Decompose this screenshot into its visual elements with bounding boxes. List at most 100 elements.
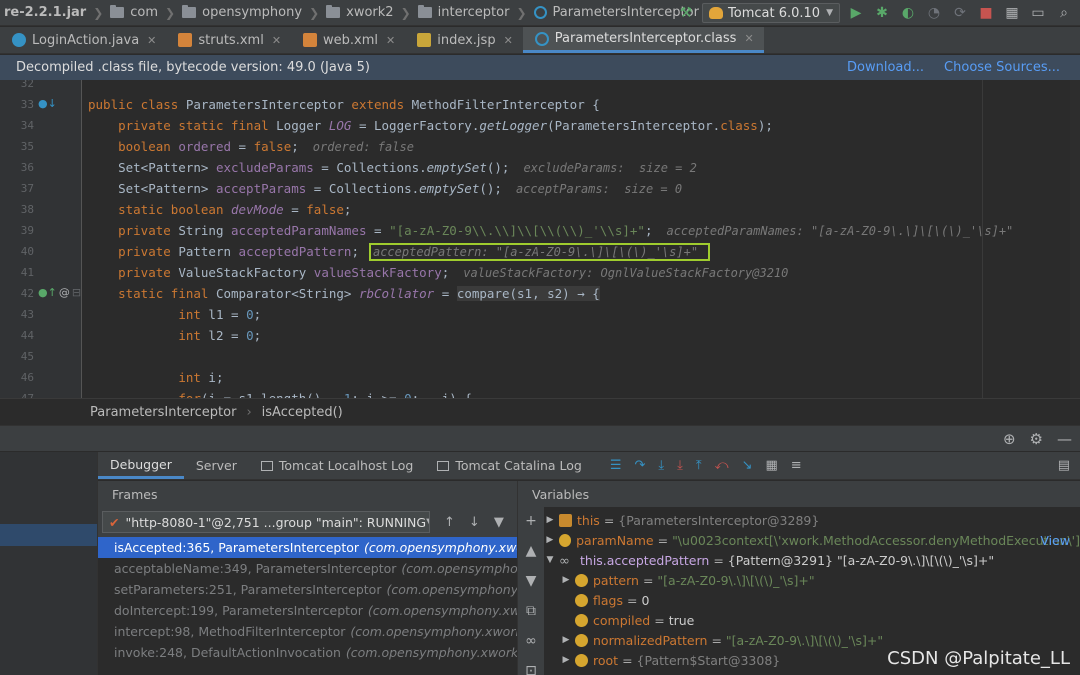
glasses-icon[interactable]: ∞	[525, 633, 537, 649]
variable-row[interactable]: flags = 0	[544, 590, 1080, 610]
breadcrumb-separator-icon: ❯	[516, 5, 527, 20]
search-icon[interactable]: ⌕	[1054, 3, 1074, 23]
log-icon	[437, 460, 450, 471]
close-icon[interactable]: ✕	[744, 32, 753, 45]
debug-tool-window-header: ⊕ ⚙ —	[0, 425, 1080, 451]
drop-frame-icon[interactable]: ⤺	[715, 458, 729, 473]
stop-icon[interactable]: ■	[976, 3, 996, 23]
step-out-icon[interactable]: ⤒	[696, 458, 702, 473]
tab-debugger[interactable]: Debugger	[98, 452, 184, 479]
code-line-33: 33 ●↓ public class ParametersInterceptor…	[20, 97, 600, 112]
variable-row[interactable]: ▶ pattern = "[a-zA-Z0-9\.\]\[\(\)_'\s]+"	[544, 570, 1080, 590]
variable-row[interactable]: ▶ this = {ParametersInterceptor@3289}	[544, 510, 1080, 530]
frame-item[interactable]: setParameters:251, ParametersInterceptor…	[98, 579, 517, 600]
class-file-icon	[534, 31, 549, 46]
frame-item[interactable]: intercept:98, MethodFilterInterceptor (co…	[98, 621, 517, 642]
coverage-icon[interactable]: ◐	[898, 3, 918, 23]
watermark: CSDN @Palpitate_LL	[887, 648, 1070, 669]
code-editor[interactable]: 32 33 ●↓ public class ParametersIntercep…	[0, 80, 1080, 398]
expand-icon[interactable]: ▶	[560, 635, 572, 645]
trace-icon[interactable]: ≡	[791, 458, 802, 473]
debug-icon[interactable]: ✱	[872, 3, 892, 23]
force-step-into-icon[interactable]: ⤓	[677, 458, 683, 473]
run-to-cursor-icon[interactable]: ↘	[742, 458, 753, 473]
close-icon[interactable]: ✕	[147, 34, 156, 47]
run-configuration-select[interactable]: Tomcat 6.0.10 ▼	[702, 3, 840, 23]
evaluate-expression-icon[interactable]: ▦	[765, 458, 777, 473]
annotation-marker-icon[interactable]: @	[59, 286, 70, 299]
close-icon[interactable]: ✕	[504, 34, 513, 47]
arrow-up-icon[interactable]: ↑	[444, 515, 455, 530]
expand-icon[interactable]: ▶	[544, 535, 556, 545]
tab-tomcat-catalina-log[interactable]: Tomcat Catalina Log	[425, 452, 594, 479]
frame-item[interactable]: isAccepted:365, ParametersInterceptor (co…	[98, 537, 517, 558]
close-icon[interactable]: ✕	[386, 34, 395, 47]
download-link[interactable]: Download...	[847, 60, 924, 75]
thread-select[interactable]: ✔ "http-8080-1"@2,751 ...group "main": R…	[102, 511, 430, 533]
step-into-icon[interactable]: ⤓	[658, 458, 664, 473]
breadcrumb-separator-icon: ❯	[400, 5, 411, 20]
tab-index-jsp[interactable]: index.jsp ✕	[405, 27, 523, 53]
expand-icon[interactable]: ▶	[560, 655, 572, 665]
variable-row[interactable]: ▶ paramName = "\u0023context[\'xwork.Metho…	[544, 530, 1080, 550]
code-line-40: 40 private Pattern acceptedPattern; accep…	[0, 241, 1080, 262]
frame-item[interactable]: acceptableName:349, ParametersIntercepto…	[98, 558, 517, 579]
filter-icon[interactable]: ▼	[494, 515, 504, 530]
breadcrumb-xwork2[interactable]: xwork2	[322, 5, 397, 20]
arrow-down-icon[interactable]: ↓	[469, 515, 480, 530]
frame-item[interactable]: invoke:248, DefaultActionInvocation (com.…	[98, 642, 517, 663]
gear-icon[interactable]: ⚙	[1030, 430, 1043, 448]
layout-icon[interactable]: ▤	[1058, 458, 1070, 473]
expand-icon[interactable]: ▶	[560, 575, 572, 585]
breadcrumb-interceptor[interactable]: interceptor	[414, 5, 514, 20]
collapse-icon[interactable]: ▼	[544, 555, 556, 565]
target-icon[interactable]: ⊕	[1003, 430, 1016, 448]
attach-icon[interactable]: ⟳	[950, 3, 970, 23]
breadcrumb-opensymphony[interactable]: opensymphony	[178, 5, 306, 20]
override-marker-icon[interactable]: ●↓	[38, 97, 57, 110]
run-icon[interactable]: ▶	[846, 3, 866, 23]
implements-marker-icon[interactable]: ●↑	[38, 286, 57, 299]
breadcrumb-separator-icon: ❯	[309, 5, 320, 20]
path-breadcrumb: re-2.2.1.jar ❯ com ❯ opensymphony ❯ xwor…	[0, 0, 703, 26]
down-icon[interactable]: ▼	[526, 573, 537, 589]
field-icon	[575, 593, 588, 607]
fold-icon[interactable]: ⊟	[72, 286, 81, 299]
tab-tomcat-localhost-log[interactable]: Tomcat Localhost Log	[249, 452, 425, 479]
copy-icon[interactable]: ⧉	[526, 603, 536, 619]
choose-sources-link[interactable]: Choose Sources...	[944, 60, 1060, 75]
frame-item[interactable]: doIntercept:199, ParametersInterceptor (c…	[98, 600, 517, 621]
code-line-34: 34 private static final Logger LOG = Log…	[20, 118, 773, 133]
main-toolbar: ⚒ Tomcat 6.0.10 ▼ ▶ ✱ ◐ ◔ ⟳ ■ ▦ ▭ ⌕	[676, 0, 1080, 26]
watches-icon[interactable]: ⊡	[525, 663, 537, 675]
breadcrumb-jar[interactable]: re-2.2.1.jar	[0, 5, 90, 20]
expand-icon[interactable]: ▶	[544, 515, 556, 525]
tab-web-xml[interactable]: web.xml ✕	[291, 27, 405, 53]
breadcrumb-class-name[interactable]: ParametersInterceptor	[90, 405, 236, 420]
navigation-bar: re-2.2.1.jar ❯ com ❯ opensymphony ❯ xwor…	[0, 0, 1080, 26]
up-icon[interactable]: ▲	[526, 543, 537, 559]
breadcrumb-com[interactable]: com	[106, 5, 162, 20]
jsp-file-icon	[417, 33, 432, 47]
tab-parametersinterceptor-class[interactable]: ParametersInterceptor.class ✕	[522, 27, 764, 53]
variable-row[interactable]: ▼ ∞ this.acceptedPattern = {Pattern@3291} "…	[544, 550, 1080, 570]
tab-struts-xml[interactable]: struts.xml ✕	[166, 27, 291, 53]
profile-icon[interactable]: ◔	[924, 3, 944, 23]
add-watch-icon[interactable]: +	[525, 513, 537, 529]
breadcrumb-method-name[interactable]: isAccepted()	[262, 405, 343, 420]
variable-row[interactable]: compiled = true	[544, 610, 1080, 630]
minimize-icon[interactable]: —	[1057, 430, 1072, 448]
tab-server[interactable]: Server	[184, 452, 249, 479]
show-execution-point-icon[interactable]: ☰	[610, 458, 622, 473]
project-structure-icon[interactable]: ▦	[1002, 3, 1022, 23]
tab-loginaction-java[interactable]: LoginAction.java ✕	[0, 27, 166, 53]
field-icon	[575, 613, 588, 627]
inline-value-hint: acceptParams: size = 0	[515, 182, 683, 196]
close-icon[interactable]: ✕	[272, 34, 281, 47]
build-hammer-icon[interactable]: ⚒	[676, 3, 696, 23]
step-over-icon[interactable]: ↷	[635, 458, 646, 473]
code-line-46: 46 int i;	[20, 370, 224, 385]
view-link[interactable]: View	[1040, 533, 1070, 548]
terminal-icon[interactable]: ▭	[1028, 3, 1048, 23]
variable-row[interactable]: ▶ normalizedPattern = "[a-zA-Z0-9\.\]\[\(\…	[544, 630, 1080, 650]
